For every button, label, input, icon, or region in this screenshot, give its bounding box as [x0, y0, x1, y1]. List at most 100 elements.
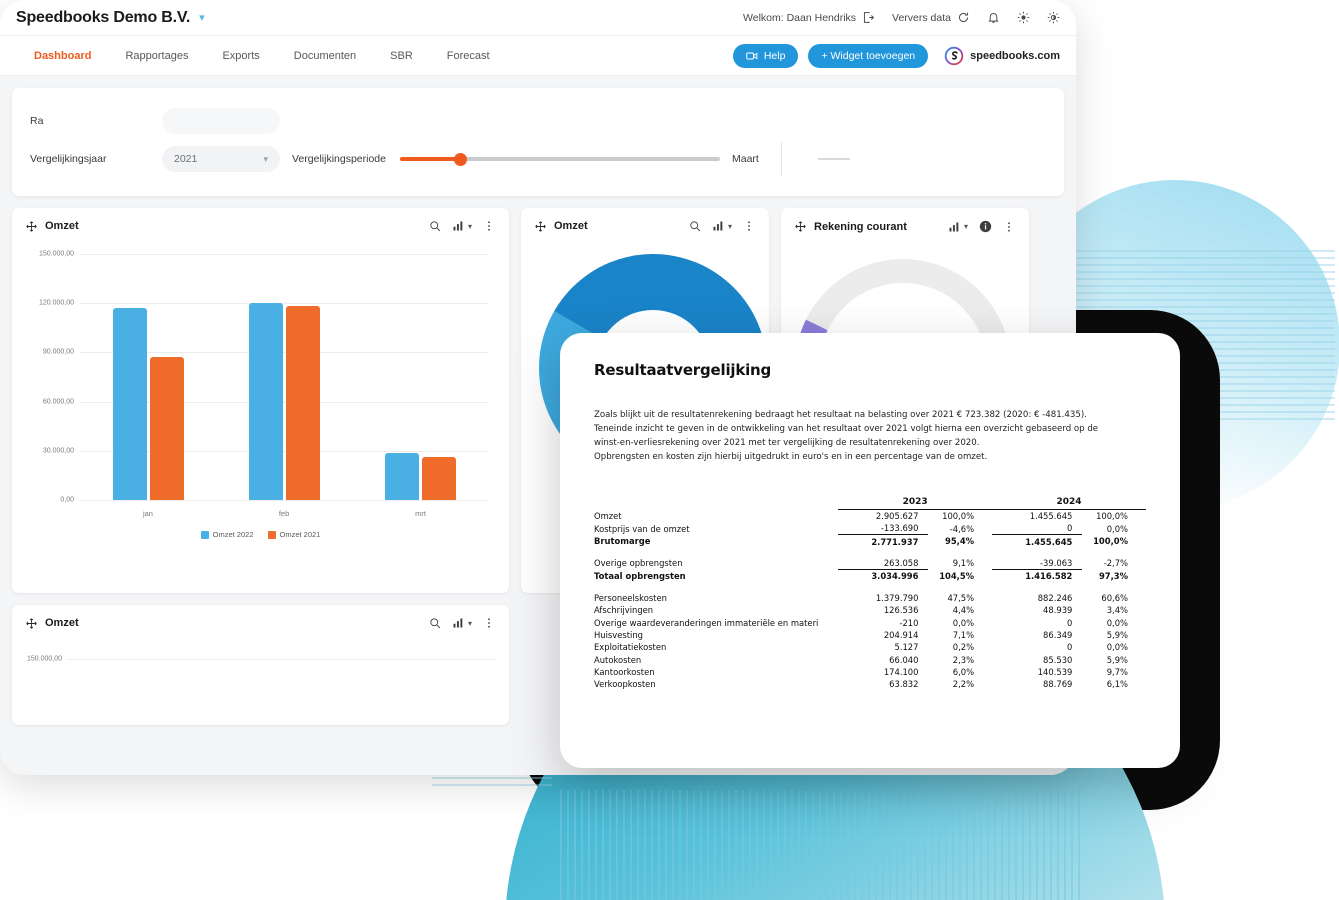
row-amount-2023: 174.100	[883, 667, 919, 677]
widget-header: Omzet ▾	[12, 605, 509, 629]
refresh-icon[interactable]	[957, 11, 970, 24]
table-row[interactable]: Autokosten 66.040 2,3% 85.530 5,9%	[594, 653, 1146, 665]
brand-text: speedbooks.com	[970, 49, 1060, 62]
filter-ghost-control[interactable]	[817, 158, 850, 160]
row-amount-2024: 140.539	[1037, 667, 1073, 677]
comparison-year-label: Vergelijkingsjaar	[30, 153, 107, 165]
row-percent-2023: 0,0%	[952, 617, 975, 628]
row-label: Autokosten	[594, 654, 642, 665]
bar-chart-icon[interactable]	[948, 221, 960, 233]
filter-divider	[780, 142, 782, 176]
widget-title: Omzet	[45, 220, 79, 232]
slider-knob[interactable]	[454, 152, 467, 166]
company-name[interactable]: Speedbooks Demo B.V.	[16, 9, 190, 27]
magnifier-icon[interactable]	[429, 617, 441, 629]
magnifier-icon[interactable]	[429, 220, 441, 232]
magnifier-icon[interactable]	[689, 220, 701, 232]
table-row[interactable]: Overige opbrengsten 263.058 9,1% -39.063 -2,…	[594, 556, 1146, 571]
row-amount-2023: 126.536	[883, 605, 919, 616]
bar-jan-2022[interactable]	[112, 308, 147, 500]
chart-bars	[80, 254, 489, 500]
bar-mrt-2021[interactable]	[422, 457, 457, 500]
chevron-down-icon[interactable]: ▾	[468, 222, 472, 231]
move-handle-icon[interactable]	[795, 221, 806, 232]
row-amount-2023: -133.690	[838, 522, 929, 536]
table-row[interactable]: Kantoorkosten 174.100 6,0% 140.539 9,7%	[594, 666, 1146, 678]
row-percent-2023: 9,1%	[952, 558, 975, 569]
bar-feb-2022[interactable]	[248, 303, 283, 500]
brand-logo[interactable]: speedbooks.com	[944, 46, 1060, 66]
resultaatvergelijking-modal: Resultaatvergelijking Zoals blijkt uit d…	[560, 333, 1180, 768]
row-percent-2024: -2,7%	[1103, 558, 1128, 569]
row-amount-2024: 86.349	[1043, 629, 1073, 640]
row-percent-2023: 7,1%	[952, 629, 975, 640]
move-handle-icon[interactable]	[26, 617, 37, 629]
row-percent-2024: 0,0%	[1106, 617, 1128, 628]
contrast-icon[interactable]	[1047, 11, 1060, 24]
welcome-label: Welkom: Daan Hendriks	[743, 11, 857, 24]
chevron-down-icon[interactable]: ▾	[468, 619, 472, 628]
bar-chart-icon[interactable]	[452, 220, 464, 232]
kebab-menu-icon[interactable]	[743, 220, 755, 232]
help-button[interactable]: Help	[732, 43, 799, 68]
chevron-down-icon[interactable]: ▾	[964, 222, 968, 231]
row-percent-2023: 2,2%	[952, 679, 975, 690]
nav-item-rapportages[interactable]: Rapportages	[125, 50, 188, 62]
add-widget-button[interactable]: + Widget toevoegen	[808, 43, 929, 68]
nav-item-exports[interactable]: Exports	[222, 50, 259, 62]
row-amount-2023: 2.771.937	[871, 536, 919, 547]
legend-item[interactable]: Omzet 2022	[200, 530, 254, 539]
table-row[interactable]: Huisvesting 204.914 7,1% 86.349 5,9%	[594, 629, 1146, 641]
row-label: Kantoorkosten	[594, 667, 655, 677]
chevron-down-icon[interactable]: ▾	[199, 11, 205, 24]
nav-item-forecast[interactable]: Forecast	[447, 50, 490, 62]
table-row[interactable]: Verkoopkosten 63.832 2,2% 88.769 6,1%	[594, 678, 1146, 690]
bar-chart-icon[interactable]	[712, 220, 724, 232]
row-amount-2023: 5.127	[894, 642, 919, 653]
row-amount-2023: 2.905.627	[875, 510, 919, 521]
comparison-period-slider[interactable]	[400, 152, 720, 166]
move-handle-icon[interactable]	[26, 220, 37, 232]
table-row[interactable]: Totaal opbrengsten 3.034.996 104,5% 1.416.5…	[594, 570, 1146, 583]
nav-item-sbr[interactable]: SBR	[390, 50, 413, 62]
row-amount-2024: 88.769	[1043, 679, 1073, 690]
refresh-data-button[interactable]: Ververs data	[892, 11, 970, 24]
topbar: Speedbooks Demo B.V. ▾ Welkom: Daan Hend…	[0, 0, 1076, 36]
move-handle-icon[interactable]	[535, 220, 546, 232]
table-row[interactable]: Brutomarge 2.771.937 95,4% 1.455.645 100,0%	[594, 535, 1146, 548]
legend-item[interactable]: Omzet 2021	[267, 530, 321, 539]
x-tick-label: mrt	[415, 509, 427, 518]
row-label: Overige waardeveranderingen immateriële …	[594, 617, 819, 628]
row-label: Personeelskosten	[594, 592, 667, 603]
bar-jan-2021[interactable]	[149, 357, 184, 500]
table-row[interactable]: Afschrijvingen 126.536 4,4% 48.939 3,4%	[594, 604, 1146, 616]
bar-mrt-2022[interactable]	[385, 452, 420, 500]
table-row[interactable]: Exploitatiekosten 5.127 0,2% 0 0,0%	[594, 641, 1146, 653]
nav-item-dashboard[interactable]: Dashboard	[34, 50, 91, 62]
comparison-year-select[interactable]: 2021 ▾	[162, 146, 280, 172]
refresh-label: Ververs data	[892, 11, 951, 24]
slider-fill	[400, 157, 460, 161]
row-amount-2024: 1.455.645	[1025, 536, 1073, 547]
kebab-menu-icon[interactable]	[483, 220, 495, 232]
filter-ghost-select[interactable]	[162, 108, 280, 134]
logout-icon[interactable]	[862, 11, 875, 24]
bell-icon[interactable]	[987, 11, 1000, 24]
filter-bar: Ra Vergelijkingsjaar 2021 ▾ Vergelijking…	[12, 88, 1064, 196]
chevron-down-icon[interactable]: ▾	[728, 222, 732, 231]
kebab-menu-icon[interactable]	[483, 617, 495, 629]
legend-label: Omzet 2021	[279, 530, 321, 539]
resultaatvergelijking-table: 2023 2024 Omzet 2.905.627 100,0% 1.455.645 1…	[594, 496, 1146, 691]
bar-chart-icon[interactable]	[452, 617, 464, 629]
brightness-icon[interactable]	[1017, 11, 1030, 24]
comparison-period-value: Maart	[732, 153, 759, 165]
table-row[interactable]: Omzet 2.905.627 100,0% 1.455.645 100,0%	[594, 509, 1146, 522]
help-label: Help	[763, 49, 786, 62]
kebab-menu-icon[interactable]	[1003, 221, 1015, 233]
info-icon[interactable]	[979, 220, 992, 233]
table-row[interactable]: Kostprijs van de omzet -133.690 -4,6% 0 0,0%	[594, 522, 1146, 536]
table-row[interactable]: Personeelskosten 1.379.790 47,5% 882.246 60,…	[594, 592, 1146, 604]
nav-item-documenten[interactable]: Documenten	[294, 50, 356, 62]
bar-feb-2021[interactable]	[285, 306, 320, 500]
table-row[interactable]: Overige waardeveranderingen immateriële …	[594, 616, 1146, 628]
